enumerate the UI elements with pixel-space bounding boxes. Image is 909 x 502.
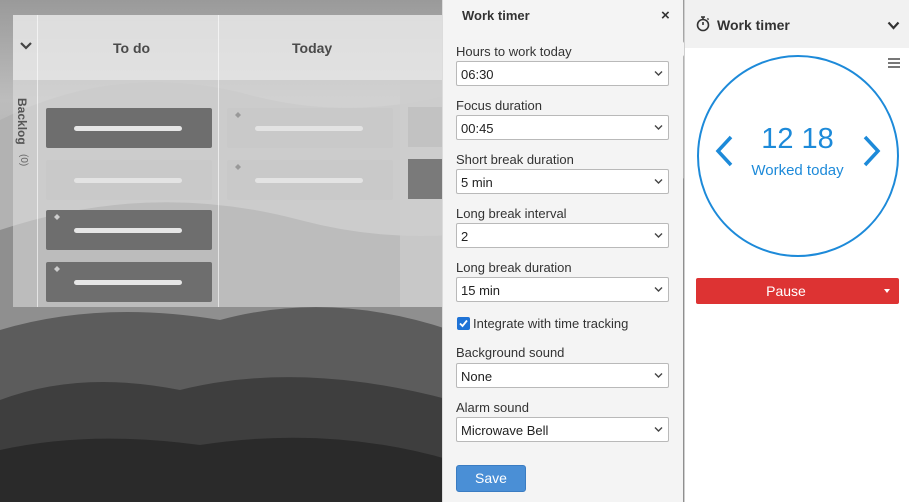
column-title-todo: To do	[113, 40, 151, 56]
caret-down-icon[interactable]	[884, 289, 890, 293]
chevron-down-icon	[654, 287, 663, 292]
hours-label: Hours to work today	[456, 44, 572, 59]
chevron-down-icon[interactable]	[887, 21, 900, 30]
task-card[interactable]	[408, 159, 443, 199]
chevron-down-icon	[654, 71, 663, 76]
long-break-interval-label: Long break interval	[456, 206, 567, 221]
task-card[interactable]	[227, 108, 393, 148]
task-card[interactable]	[46, 160, 212, 200]
chevron-right-icon[interactable]	[861, 134, 883, 168]
work-timer-panel: Work timer 12 18 Worked today Pause	[684, 0, 909, 502]
pause-label: Pause	[766, 283, 806, 299]
focus-label: Focus duration	[456, 98, 542, 113]
backlog-title: Backlog	[15, 98, 29, 145]
backlog-label[interactable]: Backlog (0)	[15, 98, 33, 178]
alarm-sound-label: Alarm sound	[456, 400, 529, 415]
short-break-value: 5 min	[461, 175, 493, 190]
short-break-label: Short break duration	[456, 152, 574, 167]
task-card[interactable]	[46, 262, 212, 302]
long-break-duration-label: Long break duration	[456, 260, 572, 275]
board-header	[13, 15, 443, 80]
long-break-interval-select[interactable]: 2	[456, 223, 669, 248]
focus-value: 00:45	[461, 121, 494, 136]
chevron-down-icon	[654, 179, 663, 184]
timer-title: Work timer	[717, 17, 790, 33]
timer-header[interactable]: Work timer	[685, 0, 909, 48]
pin-icon	[235, 112, 241, 118]
task-card[interactable]	[46, 108, 212, 148]
save-button[interactable]: Save	[456, 465, 526, 492]
background-sound-select[interactable]: None	[456, 363, 669, 388]
chevron-down-icon	[654, 373, 663, 378]
work-timer-settings-panel: Work timer × Hours to work today 06:30 F…	[442, 0, 683, 502]
chevron-down-icon[interactable]	[19, 39, 33, 53]
settings-title: Work timer	[462, 8, 530, 23]
hours-select[interactable]: 06:30	[456, 61, 669, 86]
short-break-select[interactable]: 5 min	[456, 169, 669, 194]
long-break-interval-value: 2	[461, 229, 469, 244]
kanban-board: To do Today Backlog (0)	[13, 15, 443, 307]
alarm-sound-value: Microwave Bell	[461, 423, 549, 438]
task-card[interactable]	[46, 210, 212, 250]
checkbox-checked-icon	[459, 319, 468, 328]
task-card[interactable]	[408, 107, 443, 147]
pin-icon	[235, 164, 241, 170]
settings-header: Work timer ×	[443, 0, 684, 33]
pause-button[interactable]: Pause	[696, 278, 899, 304]
focus-select[interactable]: 00:45	[456, 115, 669, 140]
task-card[interactable]	[227, 160, 393, 200]
background-sound-label: Background sound	[456, 345, 565, 360]
menu-icon[interactable]	[888, 58, 900, 69]
close-icon[interactable]: ×	[661, 8, 670, 24]
backlog-count: (0)	[18, 154, 29, 167]
column-title-today: Today	[292, 40, 333, 56]
hours-value: 06:30	[461, 67, 494, 82]
stopwatch-icon	[696, 16, 710, 32]
long-break-duration-value: 15 min	[461, 283, 501, 298]
pin-icon	[54, 266, 60, 272]
chevron-left-icon[interactable]	[713, 134, 735, 168]
pin-icon	[54, 214, 60, 220]
chevron-down-icon	[654, 125, 663, 130]
integrate-label[interactable]: Integrate with time tracking	[473, 316, 628, 331]
long-break-duration-select[interactable]: 15 min	[456, 277, 669, 302]
column-divider	[37, 15, 38, 307]
column-divider	[218, 15, 219, 307]
integrate-checkbox[interactable]	[457, 317, 470, 330]
background-sound-value: None	[461, 369, 493, 384]
alarm-sound-select[interactable]: Microwave Bell	[456, 417, 669, 442]
chevron-down-icon	[654, 233, 663, 238]
chevron-down-icon	[654, 427, 663, 432]
